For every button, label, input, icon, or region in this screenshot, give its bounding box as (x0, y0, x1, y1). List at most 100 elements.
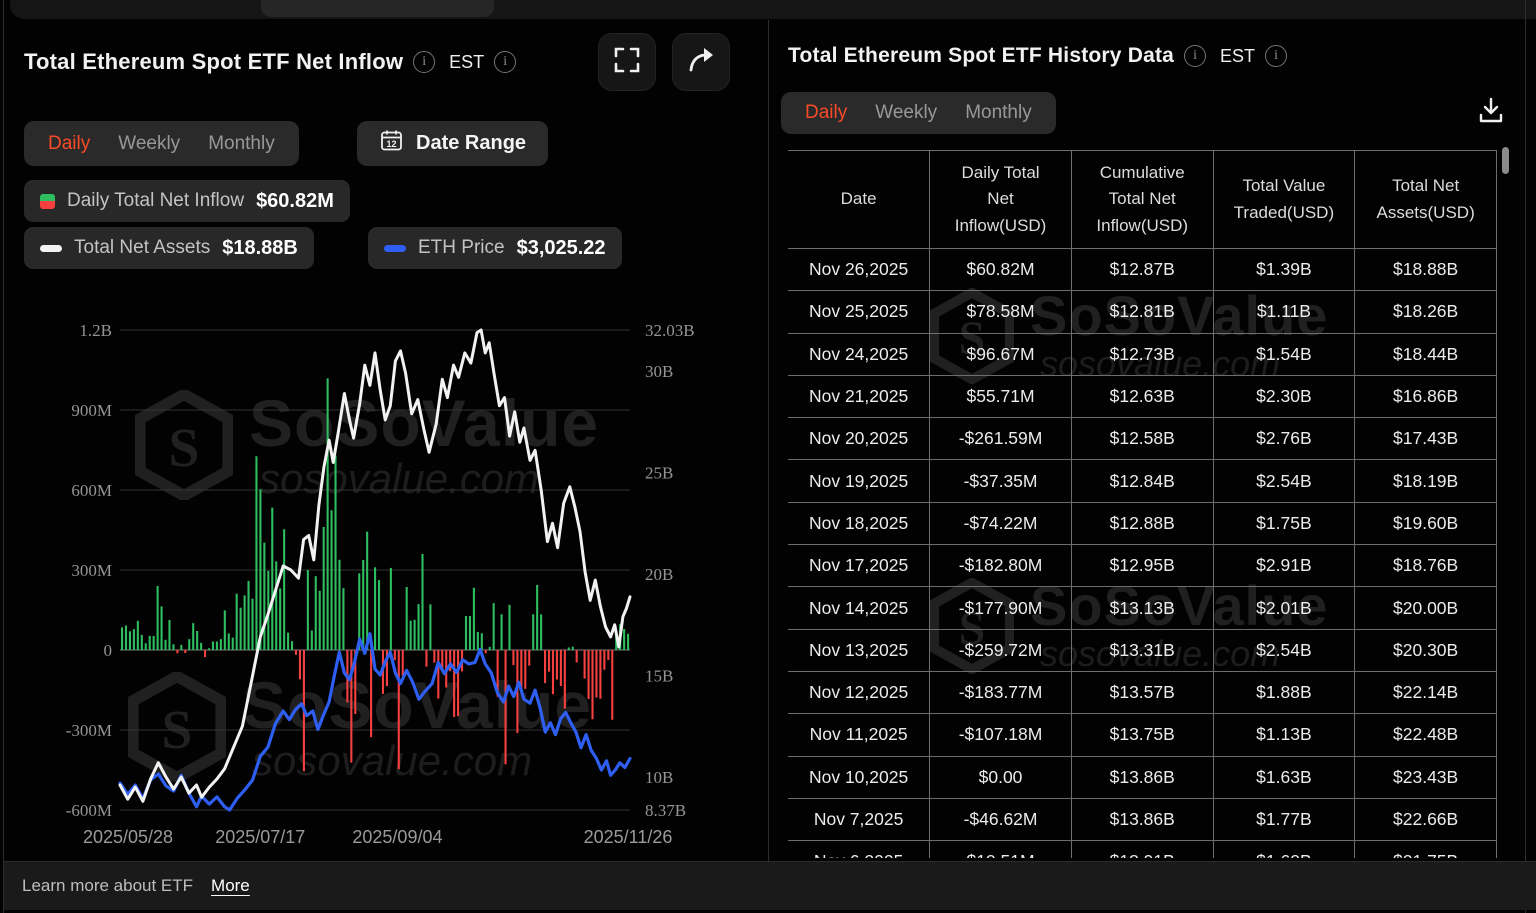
inflow-bar-positive (240, 608, 242, 650)
footer-bar: Learn more about ETF More (4, 861, 1536, 910)
fullscreen-button[interactable] (598, 33, 656, 91)
inflow-bar-negative (564, 650, 566, 709)
cell-assets: $23.43B (1355, 756, 1497, 798)
table-row: Nov 17,2025-$182.80M$12.95B$2.91B$18.76B (788, 545, 1497, 587)
inflow-bar-positive (366, 532, 368, 650)
inflow-bar-negative (524, 650, 526, 689)
cell-date: Nov 12,2025 (788, 671, 930, 713)
table-row: Nov 12,2025-$183.77M$13.57B$1.88B$22.14B (788, 671, 1497, 713)
x-axis-tick: 2025/09/04 (352, 827, 442, 847)
info-icon[interactable] (494, 51, 516, 73)
table-scrollbar[interactable] (1502, 147, 1509, 174)
timezone-label: EST (1220, 46, 1255, 67)
legend-label: Total Net Assets (74, 237, 210, 259)
inflow-bar-negative (425, 650, 427, 667)
cell-assets: $20.30B (1355, 629, 1497, 671)
chart-title-row: Total Ethereum Spot ETF Net Inflow EST (24, 44, 516, 80)
x-axis-tick: 2025/07/17 (215, 827, 305, 847)
cell-date: Nov 24,2025 (788, 333, 930, 375)
inflow-bar-positive (188, 639, 190, 650)
legend-value: $18.88B (222, 237, 298, 260)
inflow-bar-positive (374, 567, 376, 650)
table-title: Total Ethereum Spot ETF History Data (788, 44, 1174, 68)
date-range-button[interactable]: 12 Date Range (357, 121, 548, 166)
cell-inflow: $78.58M (930, 291, 1072, 333)
cell-cumulative: $12.58B (1071, 418, 1213, 460)
cell-cumulative: $12.95B (1071, 545, 1213, 587)
more-link[interactable]: More (211, 876, 250, 896)
chart-period-tabs: Daily Weekly Monthly (24, 121, 299, 166)
inflow-bar-negative (611, 650, 613, 720)
y-axis-tick-right: 30B (645, 362, 673, 381)
svg-text:12: 12 (386, 139, 396, 149)
inflow-bar-positive (477, 632, 479, 650)
inflow-bar-positive (572, 647, 574, 650)
y-axis-tick-right: 32.03B (645, 321, 695, 340)
cell-inflow: $96.67M (930, 333, 1072, 375)
info-icon[interactable] (413, 51, 435, 73)
cell-assets: $22.48B (1355, 714, 1497, 756)
table-header-row: DateDaily Total Net Inflow(USD)Cumulativ… (788, 151, 1497, 249)
cell-traded: $1.39B (1213, 249, 1355, 291)
cell-traded: $2.91B (1213, 545, 1355, 587)
tab-weekly[interactable]: Weekly (861, 102, 951, 124)
inflow-bar-positive (216, 642, 218, 650)
inflow-bar-negative (394, 650, 396, 660)
legend-total-net-assets[interactable]: Total Net Assets $18.88B (24, 227, 314, 269)
inflow-bar-positive (493, 603, 495, 650)
table-row: Nov 11,2025-$107.18M$13.75B$1.13B$22.48B (788, 714, 1497, 756)
download-button[interactable] (1474, 96, 1508, 130)
inflow-bar-positive (137, 621, 139, 650)
info-icon[interactable] (1265, 45, 1287, 67)
tab-weekly[interactable]: Weekly (104, 133, 194, 155)
inflow-bar-negative (603, 650, 605, 670)
legend-daily-net-inflow[interactable]: Daily Total Net Inflow $60.82M (24, 180, 350, 222)
cell-cumulative: $13.75B (1071, 714, 1213, 756)
inflow-bar-positive (327, 378, 329, 650)
table-row: Nov 7,2025-$46.62M$13.86B$1.77B$22.66B (788, 798, 1497, 840)
inflow-bar-negative (295, 650, 297, 655)
cell-cumulative: $13.57B (1071, 671, 1213, 713)
history-table-wrapper[interactable]: DateDaily Total Net Inflow(USD)Cumulativ… (788, 150, 1497, 858)
inflow-bar-negative (556, 650, 558, 680)
inflow-bar-negative (552, 650, 554, 694)
inflow-bar-positive (248, 581, 250, 650)
share-button[interactable] (672, 33, 730, 91)
inflow-bar-negative (591, 650, 593, 719)
inflow-bar-negative (184, 650, 186, 653)
inflow-bar-positive (145, 643, 147, 650)
inflow-bar-negative (437, 650, 439, 699)
inflow-bar-positive (331, 510, 333, 650)
inflow-bar-positive (141, 635, 143, 650)
cell-cumulative: $12.63B (1071, 375, 1213, 417)
cell-inflow: -$183.77M (930, 671, 1072, 713)
table-row: Nov 21,2025$55.71M$12.63B$2.30B$16.86B (788, 375, 1497, 417)
inflow-bar-positive (125, 625, 127, 650)
etf-net-inflow-chart[interactable]: 1.2B900M600M300M0-300M-600M32.03B30B25B2… (0, 300, 762, 860)
inflow-bar-positive (291, 641, 293, 650)
tab-monthly[interactable]: Monthly (194, 133, 289, 155)
cell-inflow: $0.00 (930, 756, 1072, 798)
cell-assets: $18.44B (1355, 333, 1497, 375)
inflow-bar-positive (414, 620, 416, 650)
table-row: Nov 19,2025-$37.35M$12.84B$2.54B$18.19B (788, 460, 1497, 502)
cell-date: Nov 11,2025 (788, 714, 930, 756)
inflow-bar-positive (172, 644, 174, 650)
date-range-label: Date Range (416, 132, 526, 155)
inflow-bar-negative (576, 650, 578, 662)
tab-daily[interactable]: Daily (791, 102, 861, 124)
calendar-icon: 12 (379, 128, 404, 159)
tab-daily[interactable]: Daily (34, 133, 104, 155)
y-axis-tick-left: 1.2B (79, 321, 112, 340)
cell-assets: $22.14B (1355, 671, 1497, 713)
cell-traded: $1.77B (1213, 798, 1355, 840)
inflow-bar-positive (342, 588, 344, 650)
browser-tab-remnant (261, 0, 494, 17)
info-icon[interactable] (1184, 45, 1206, 67)
y-axis-tick-left: 600M (71, 481, 112, 500)
inflow-bar-positive (157, 586, 159, 650)
legend-eth-price[interactable]: ETH Price $3,025.22 (368, 227, 622, 269)
tab-monthly[interactable]: Monthly (951, 102, 1046, 124)
inflow-bar-negative (548, 650, 550, 672)
cell-traded: $1.62B (1213, 841, 1355, 858)
